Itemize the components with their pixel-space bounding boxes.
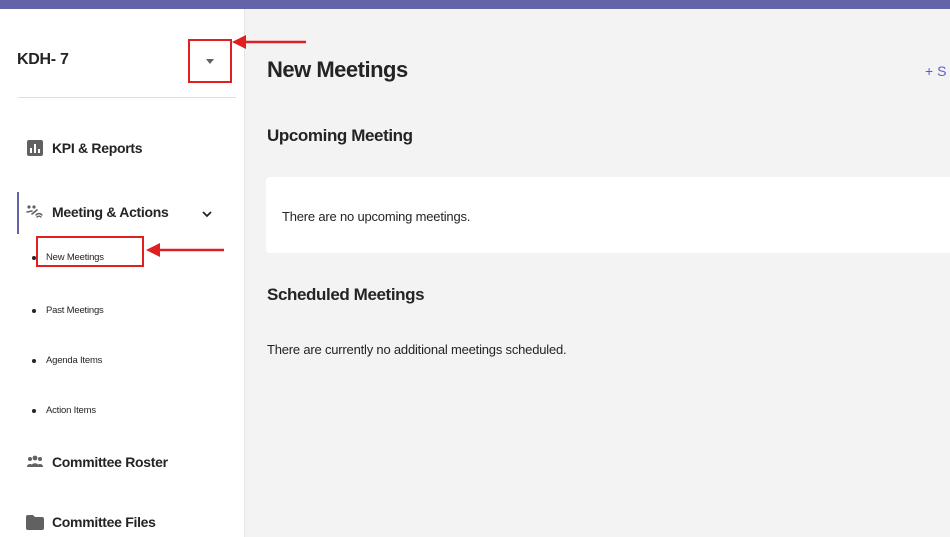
- annotation-arrow-dropdown: [232, 35, 306, 49]
- bullet-icon: [32, 308, 36, 313]
- upcoming-meeting-card: There are no upcoming meetings.: [266, 177, 950, 253]
- meeting-icon: [26, 203, 44, 221]
- sub-item-label: Action Items: [46, 405, 96, 416]
- sub-item-new-meetings[interactable]: New Meetings: [32, 236, 144, 267]
- bullet-icon: [32, 358, 36, 363]
- sub-item-past-meetings[interactable]: Past Meetings: [32, 305, 104, 316]
- chevron-down-icon[interactable]: [202, 205, 212, 221]
- nav-item-kpi-reports[interactable]: KPI & Reports: [0, 139, 143, 157]
- annotation-arrow-new-meetings: [146, 243, 224, 257]
- nav-item-label: Committee Files: [52, 514, 156, 530]
- nav-item-label: Meeting & Actions: [52, 204, 169, 220]
- caret-down-icon: [206, 58, 214, 64]
- sidebar-divider: [18, 97, 236, 98]
- bar-chart-icon: [26, 139, 44, 157]
- team-dropdown-button[interactable]: [188, 39, 232, 83]
- sub-item-action-items[interactable]: Action Items: [32, 405, 96, 416]
- page-title: New Meetings: [267, 57, 408, 82]
- upcoming-meeting-heading: Upcoming Meeting: [267, 126, 413, 145]
- main-content: New Meetings + S Upcoming Meeting There …: [245, 9, 950, 537]
- bullet-icon: [32, 408, 36, 413]
- nav-item-committee-roster[interactable]: Committee Roster: [0, 453, 168, 471]
- top-brand-bar: [0, 0, 950, 9]
- people-icon: [26, 453, 44, 471]
- team-name: KDH- 7: [17, 51, 69, 68]
- nav-item-committee-files[interactable]: Committee Files: [0, 513, 156, 531]
- nav-item-label: KPI & Reports: [52, 140, 143, 156]
- folder-icon: [26, 513, 44, 531]
- add-meeting-button[interactable]: + S: [925, 63, 946, 79]
- sub-item-label: Past Meetings: [46, 305, 104, 316]
- sidebar: KDH- 7 KPI & Reports Meeting & Actions N…: [0, 9, 245, 537]
- active-indicator: [17, 192, 19, 234]
- sub-item-label: Agenda Items: [46, 355, 103, 366]
- sub-item-agenda-items[interactable]: Agenda Items: [32, 355, 102, 366]
- nav-item-label: Committee Roster: [52, 454, 168, 470]
- annotation-highlight-box: [36, 236, 144, 267]
- scheduled-meetings-heading: Scheduled Meetings: [267, 285, 425, 304]
- upcoming-empty-text: There are no upcoming meetings.: [282, 209, 471, 224]
- nav-item-meeting-actions[interactable]: Meeting & Actions: [0, 192, 244, 234]
- scheduled-empty-text: There are currently no additional meetin…: [267, 342, 567, 357]
